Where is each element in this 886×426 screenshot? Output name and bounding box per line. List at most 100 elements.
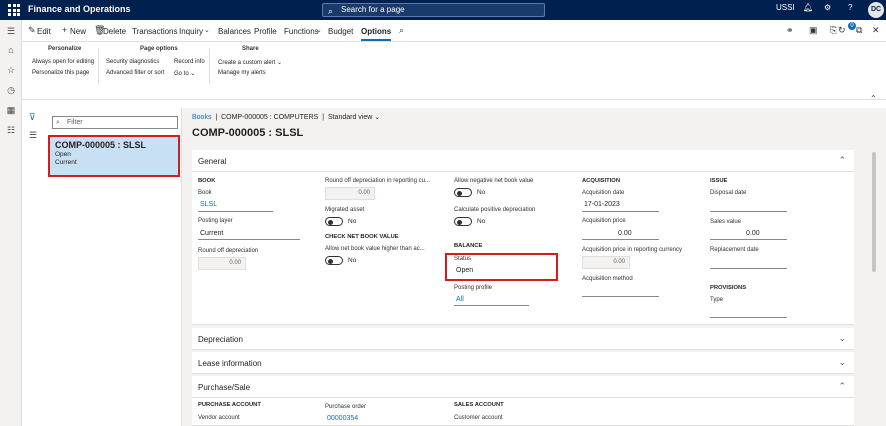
issue-section-title: ISSUE: [710, 178, 728, 184]
purchase-sale-title: Purchase/Sale: [198, 383, 251, 392]
breadcrumb-books-link[interactable]: Books: [192, 114, 211, 121]
view-selector[interactable]: Standard view: [328, 114, 372, 121]
disposal-date-label: Disposal date: [710, 190, 747, 196]
company-picker[interactable]: USSI: [776, 3, 795, 12]
close-icon[interactable]: ✕: [872, 25, 880, 36]
list-item[interactable]: COMP-000005 : SLSL Open Current: [48, 135, 180, 177]
manage-alerts-button[interactable]: Manage my alerts: [218, 70, 266, 76]
details-pane: Books | COMP-000005 : COMPUTERS | Standa…: [182, 108, 886, 426]
search-icon[interactable]: ⌕: [399, 25, 404, 36]
calc-positive-toggle[interactable]: [454, 217, 472, 226]
sales-value-underline: [710, 239, 787, 240]
profile-button[interactable]: Profile: [254, 27, 277, 36]
lease-title: Lease information: [198, 359, 262, 368]
record-info-button[interactable]: Record info: [174, 59, 205, 65]
home-icon[interactable]: ⌂: [6, 45, 16, 55]
round-off-field[interactable]: 0.00: [198, 257, 246, 270]
breadcrumb-separator: |: [322, 114, 325, 121]
customer-account-label: Customer account: [454, 415, 503, 421]
delete-button[interactable]: Delete: [103, 27, 126, 36]
go-to-label: Go to: [174, 71, 189, 77]
replacement-date-field[interactable]: [710, 268, 787, 269]
posting-layer-value[interactable]: Current: [200, 230, 223, 237]
create-alert-label: Create a custom alert: [218, 60, 276, 66]
posting-profile-label: Posting profile: [454, 285, 493, 291]
allow-higher-value: No: [348, 257, 357, 264]
new-button[interactable]: New: [70, 27, 86, 36]
filter-icon[interactable]: ⊽: [29, 112, 36, 123]
functions-menu[interactable]: Functions: [284, 27, 319, 36]
popout-icon[interactable]: ⧉: [856, 25, 862, 36]
status-label: Status: [454, 256, 472, 262]
workspaces-icon[interactable]: ▦: [6, 105, 16, 116]
app-launcher-icon[interactable]: [8, 4, 20, 16]
type-label: Type: [710, 297, 724, 303]
migrated-asset-value: No: [348, 218, 357, 225]
disposal-date-field[interactable]: [710, 211, 787, 212]
tab-options[interactable]: Options: [361, 27, 392, 41]
budget-button[interactable]: Budget: [328, 27, 353, 36]
recent-icon[interactable]: ◷: [6, 85, 16, 96]
acquisition-method-underline[interactable]: [582, 296, 659, 297]
options-ribbon: Personalize Always open for editing Pers…: [22, 42, 886, 100]
inquiry-menu[interactable]: Inquiry: [179, 27, 203, 36]
edit-icon: ✎: [28, 25, 36, 35]
migrated-asset-toggle[interactable]: [325, 217, 343, 226]
personalize-page-button[interactable]: Personalize this page: [32, 70, 89, 76]
depreciation-fasttab[interactable]: Depreciation ⌄: [192, 328, 854, 350]
lease-fasttab[interactable]: Lease information ⌄: [192, 352, 854, 374]
allow-negative-toggle[interactable]: [454, 188, 472, 197]
attachment-icon[interactable]: ⎘: [830, 25, 837, 36]
acquisition-price-value[interactable]: 0.00: [618, 230, 632, 237]
chevron-up-icon: ⌃: [838, 155, 846, 165]
book-value[interactable]: SLSL: [200, 201, 217, 208]
calc-positive-label: Calculate positive depreciation: [454, 207, 536, 213]
edit-button[interactable]: Edit: [37, 27, 51, 36]
gear-icon[interactable]: ⚙: [824, 3, 831, 12]
bell-icon[interactable]: 🔔︎: [803, 3, 813, 12]
posting-profile-underline: [454, 305, 529, 306]
refresh-icon[interactable]: ↻: [838, 25, 846, 36]
list-icon[interactable]: ☰: [29, 130, 37, 141]
transactions-button[interactable]: Transactions: [132, 27, 178, 36]
sales-value-value[interactable]: 0.00: [746, 230, 760, 237]
purchase-order-label: Purchase order: [325, 404, 367, 410]
vertical-scrollbar[interactable]: [872, 152, 876, 272]
purchase-order-value[interactable]: 00000354: [327, 415, 358, 422]
acquisition-date-value[interactable]: 17-01-2023: [584, 201, 620, 208]
status-value[interactable]: Open: [456, 267, 473, 274]
collapse-ribbon-icon[interactable]: ⌃: [870, 94, 878, 103]
allow-higher-label: Allow net book value higher than ac...: [325, 246, 425, 252]
office-icon[interactable]: ▣: [809, 25, 818, 36]
allow-higher-toggle[interactable]: [325, 256, 343, 265]
go-to-menu[interactable]: Go to ⌄: [174, 70, 195, 77]
always-open-editing-button[interactable]: Always open for editing: [32, 59, 94, 65]
share-group-title: Share: [242, 46, 259, 52]
posting-profile-value[interactable]: All: [456, 296, 464, 303]
balances-button[interactable]: Balances: [218, 27, 251, 36]
search-input[interactable]: ⌕ Search for a page: [322, 3, 545, 17]
create-alert-menu[interactable]: Create a custom alert ⌄: [218, 59, 282, 66]
type-field[interactable]: [710, 317, 787, 318]
chevron-down-icon: ⌄: [838, 333, 846, 343]
acquisition-method-label: Acquisition method: [582, 276, 633, 282]
purchase-sale-header[interactable]: Purchase/Sale ⌃: [192, 376, 854, 398]
star-icon[interactable]: ☆: [6, 65, 16, 76]
acquisition-price-rep-field[interactable]: 0.00: [582, 256, 630, 269]
general-header[interactable]: General ⌃: [192, 150, 854, 172]
round-off-reporting-field[interactable]: 0.00: [325, 187, 375, 200]
filter-input[interactable]: ⌕ Filter: [52, 116, 178, 129]
acquisition-price-label: Acquisition price: [582, 218, 626, 224]
help-icon[interactable]: ?: [848, 3, 852, 12]
advanced-filter-button[interactable]: Advanced filter or sort: [106, 70, 164, 76]
sales-account-section-title: SALES ACCOUNT: [454, 402, 504, 408]
link-icon[interactable]: ⚭: [786, 25, 794, 36]
chevron-down-icon: ⌄: [316, 27, 322, 34]
avatar[interactable]: DC: [868, 2, 884, 18]
purchase-sale-fasttab: Purchase/Sale ⌃ PURCHASE ACCOUNT Vendor …: [192, 376, 854, 426]
purchase-account-section-title: PURCHASE ACCOUNT: [198, 402, 261, 408]
hamburger-icon[interactable]: ☰: [6, 26, 16, 37]
acquisition-price-rep-label: Acquisition price in reporting currency: [582, 247, 683, 253]
modules-icon[interactable]: ☷: [6, 125, 16, 136]
security-diagnostics-button[interactable]: Security diagnostics: [106, 59, 159, 65]
